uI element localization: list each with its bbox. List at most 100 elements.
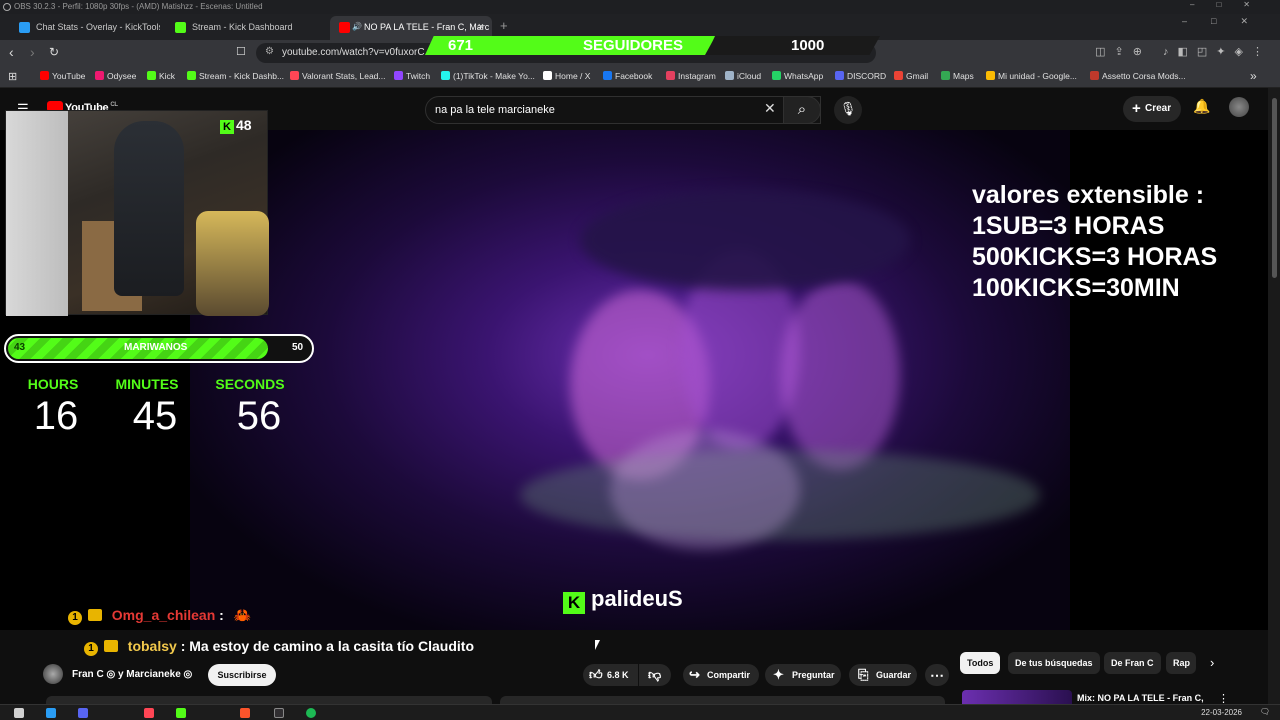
bookmark-item[interactable]: Instagram (666, 71, 716, 81)
bookmark-favicon-icon (666, 71, 675, 80)
account-avatar[interactable] (1229, 97, 1249, 117)
taskbar-spotify-icon[interactable] (306, 708, 316, 718)
bookmark-item[interactable]: WhatsApp (772, 71, 823, 81)
share-button[interactable]: ↪ Compartir (683, 664, 759, 686)
back-icon[interactable]: ‹ (9, 44, 14, 60)
bookmark-item[interactable]: Odysee (95, 71, 136, 81)
create-button[interactable]: + Crear (1123, 96, 1181, 122)
scrollbar-thumb[interactable] (1272, 98, 1277, 278)
bookmark-label: Twitch (406, 71, 431, 81)
subathon-timer-labels: HOURS MINUTES SECONDS (0, 376, 300, 396)
bookmark-icon[interactable]: ☐ (236, 44, 246, 60)
close-icon[interactable]: × (478, 21, 484, 33)
obs-title-bar: OBS 30.2.3 - Perfil: 1080p 30fps - (AMD)… (0, 0, 1280, 14)
up-next-thumbnail[interactable] (962, 690, 1072, 704)
notifications-icon[interactable]: 🗨 (1260, 707, 1270, 716)
subathon-timer-values: 16 45 56 (0, 394, 300, 444)
site-info-icon[interactable]: ⚙ (265, 46, 274, 57)
webcam-chair (196, 211, 269, 316)
timer-value-seconds: 56 (236, 394, 282, 438)
page-scrollbar[interactable] (1268, 88, 1280, 704)
follower-count: 671 (448, 37, 474, 54)
bookmark-item[interactable]: Home / X (543, 71, 590, 81)
video-artwork (190, 130, 1070, 630)
search-button[interactable]: ⌕ (783, 96, 821, 124)
webcam-streamer (114, 121, 184, 296)
channel-avatar[interactable] (43, 664, 63, 684)
bookmark-item[interactable]: Mi unidad - Google... (986, 71, 1077, 81)
voice-search-button[interactable]: 🎙 (834, 96, 862, 124)
obs-title: OBS 30.2.3 - Perfil: 1080p 30fps - (AMD)… (14, 2, 263, 11)
bookmark-item[interactable]: (1)TikTok - Make Yo... (441, 71, 535, 81)
bookmark-item[interactable]: Facebook (603, 71, 652, 81)
bookmark-item[interactable]: Assetto Corsa Mods... (1090, 71, 1186, 81)
taskbar-date: 22-03-2026 (1201, 708, 1242, 717)
taskbar-brave-icon[interactable] (240, 708, 250, 718)
sub-badge-icon: 1 (84, 642, 98, 656)
like-count: 6.8 K (607, 670, 629, 680)
reload-icon[interactable]: ↻ (49, 44, 59, 60)
search-input[interactable]: na pa la tele marcianeke (425, 96, 821, 124)
bookmark-item[interactable]: Kick (147, 71, 175, 81)
apps-icon[interactable]: ⊞ (8, 69, 17, 85)
taskbar-valorant-icon[interactable] (144, 708, 154, 718)
bookmark-item[interactable]: iCloud (725, 71, 761, 81)
share-icon: ↪ (689, 667, 700, 682)
bookmark-item[interactable]: DISCORD (835, 71, 886, 81)
tab-chat-stats[interactable]: Chat Stats - Overlay - KickTools (10, 16, 160, 40)
bookmark-label: YouTube (52, 71, 86, 81)
bookmark-item[interactable]: Stream - Kick Dashb... (187, 71, 284, 81)
chip-todos[interactable]: Todos (960, 652, 1001, 674)
tab-kick-dashboard[interactable]: Stream - Kick Dashboard (166, 16, 326, 40)
goal-target: 50 (292, 342, 304, 353)
bookmark-label: Kick (159, 71, 176, 81)
extensions-icons[interactable]: ◫⇪⊕ ♪◧◰✦◈⋮ (1095, 45, 1272, 58)
more-bookmarks-icon[interactable]: » (1250, 68, 1257, 84)
clear-search-icon[interactable]: ✕ (764, 100, 776, 117)
bookmark-favicon-icon (835, 71, 844, 80)
taskbar-obs-icon[interactable] (274, 708, 284, 718)
channel-name[interactable]: Fran C ◎ y Marcianeke ◎ (72, 669, 192, 680)
bookmark-label: Odysee (107, 71, 137, 81)
chat-message: 1 tobalsy : Ma estoy de camino a la casi… (44, 638, 474, 656)
taskbar-discord-icon[interactable] (78, 708, 88, 718)
bookmark-item[interactable]: Valorant Stats, Lead... (290, 71, 385, 81)
obs-window-controls[interactable]: –□✕ (1190, 0, 1272, 9)
new-tab-button[interactable]: + (500, 18, 508, 33)
taskbar-app-icon[interactable] (46, 708, 56, 718)
bookmark-favicon-icon (1090, 71, 1099, 80)
chip-de-fran-c[interactable]: De Fran C (1104, 652, 1161, 674)
subscribe-button[interactable]: Suscribirse (208, 664, 276, 686)
kick-icon: K (220, 120, 234, 134)
chevron-right-icon[interactable]: › (1210, 655, 1214, 670)
face-figure (780, 280, 900, 470)
up-next-title[interactable]: Mix: NO PA LA TELE - Fran C, (1077, 693, 1204, 703)
obs-icon (3, 3, 11, 11)
windows-start-icon[interactable] (14, 708, 24, 718)
timer-value-hours: 16 (33, 394, 79, 438)
ask-button[interactable]: ✦ Preguntar (765, 664, 841, 686)
bookmark-label: Mi unidad - Google... (998, 71, 1077, 81)
kick-viewer-count: K 48 (220, 117, 252, 134)
browser-window-controls[interactable]: –□✕ (1182, 16, 1272, 27)
dislike-button[interactable]: 👎︎ (639, 664, 671, 686)
bookmark-item[interactable]: Maps (941, 71, 974, 81)
forward-icon[interactable]: › (30, 44, 35, 60)
bookmark-label: Home / X (555, 71, 591, 81)
chip-de-tus-busquedas[interactable]: De tus búsquedas (1008, 652, 1100, 674)
bookmark-favicon-icon (941, 71, 950, 80)
like-button[interactable]: 👍︎ 6.8 K (583, 664, 638, 686)
bookmark-favicon-icon (894, 71, 903, 80)
notifications-bell-icon[interactable]: 🔔 (1193, 98, 1210, 115)
viewer-count: 48 (236, 117, 252, 133)
taskbar-kick-icon[interactable] (176, 708, 186, 718)
bookmark-item[interactable]: YouTube (40, 71, 85, 81)
windows-taskbar: 22-03-2026 🗨 (0, 704, 1280, 720)
more-actions-button[interactable]: ⋯ (925, 664, 949, 686)
bookmark-favicon-icon (986, 71, 995, 80)
save-button[interactable]: ⎘ Guardar (849, 664, 917, 686)
bookmark-item[interactable]: Gmail (894, 71, 928, 81)
more-icon: ⋯ (930, 667, 944, 683)
chip-rap[interactable]: Rap (1166, 652, 1196, 674)
bookmark-item[interactable]: Twitch (394, 71, 430, 81)
